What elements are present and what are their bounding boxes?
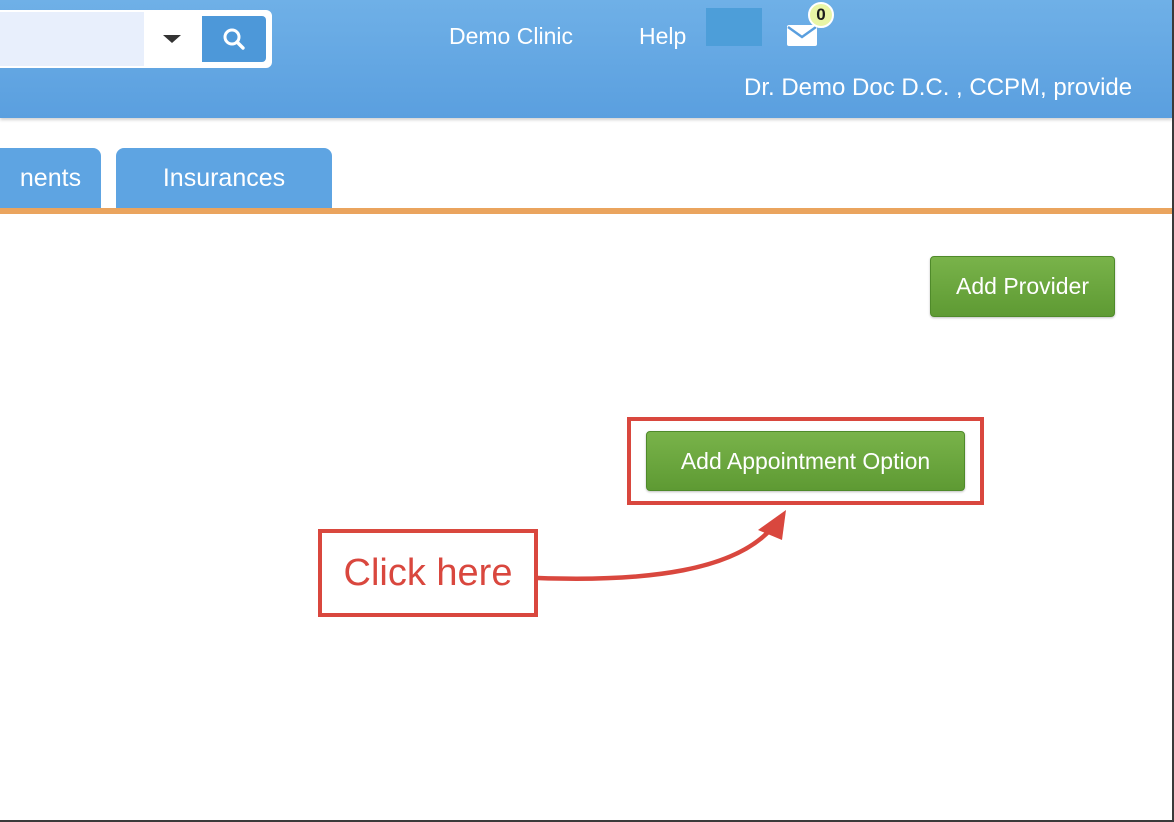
caret-down-icon xyxy=(163,35,181,43)
search-group xyxy=(0,10,272,68)
search-icon xyxy=(223,28,245,50)
tab-appointments[interactable]: nents xyxy=(0,148,101,208)
tab-divider xyxy=(0,208,1172,214)
add-provider-button[interactable]: Add Provider xyxy=(930,256,1115,317)
search-filter-dropdown[interactable] xyxy=(144,12,200,66)
annotation-callout: Click here xyxy=(318,529,538,617)
app-window: Demo Clinic Help 0 Dr. Demo Doc D.C. , C… xyxy=(0,0,1174,822)
annotation-arrow xyxy=(535,510,786,581)
user-display-name[interactable]: Dr. Demo Doc D.C. , CCPM, provide xyxy=(744,73,1132,103)
search-button[interactable] xyxy=(202,16,266,62)
tab-insurances[interactable]: Insurances xyxy=(116,148,332,208)
nav-demo-clinic[interactable]: Demo Clinic xyxy=(449,22,573,50)
nav-help[interactable]: Help xyxy=(639,22,686,50)
top-header: Demo Clinic Help 0 Dr. Demo Doc D.C. , C… xyxy=(0,0,1172,118)
annotation-highlight-box xyxy=(627,417,984,505)
search-input[interactable] xyxy=(0,12,144,66)
message-count-badge: 0 xyxy=(808,2,834,28)
user-avatar[interactable] xyxy=(706,8,762,46)
